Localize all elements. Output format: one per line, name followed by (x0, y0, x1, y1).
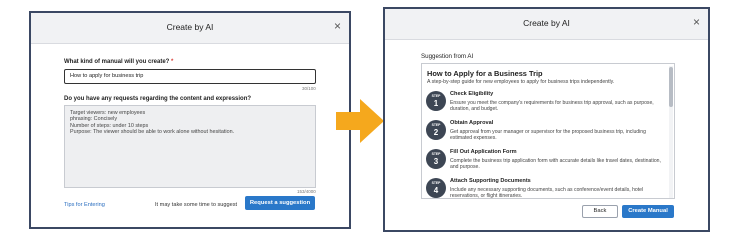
requests-char-counter: 153/4000 (297, 189, 316, 194)
step-description: Include any necessary supporting documen… (450, 187, 644, 199)
requests-textarea[interactable]: Target viewers: new employees phrasing: … (64, 105, 316, 188)
step-description: Ensure you meet the company's requiremen… (450, 100, 654, 113)
manual-title-input[interactable]: How to apply for business trip (64, 69, 316, 84)
required-mark: * (171, 59, 174, 65)
tips-for-entering-link[interactable]: Tips for Entering (64, 202, 105, 208)
step-number: 4 (433, 186, 439, 195)
dialog-title: Create by AI (166, 22, 214, 32)
create-by-ai-dialog-suggestion: Create by AI × Suggestion from AI How to… (383, 7, 710, 232)
step-title: Fill Out Application Form (450, 149, 517, 155)
right-arrow-icon (336, 99, 384, 143)
suggestion-panel[interactable]: How to Apply for a Business Trip A step-… (421, 63, 675, 199)
step-number: 2 (433, 128, 439, 137)
step-number: 3 (433, 157, 439, 166)
step-badge: STEP 4 (426, 178, 446, 198)
create-by-ai-dialog-input: Create by AI × What kind of manual will … (29, 11, 351, 229)
dialog-body: What kind of manual will you create? * H… (31, 44, 349, 227)
dialog-title: Create by AI (523, 18, 570, 28)
step-word: STEP (431, 94, 441, 98)
step-badge: STEP 3 (426, 149, 446, 169)
dialog-header: Create by AI × (385, 9, 708, 40)
manual-label-text: What kind of manual will you create? (64, 59, 170, 65)
dialog-body: Suggestion from AI How to Apply for a Bu… (385, 40, 708, 230)
create-manual-button[interactable]: Create Manual (622, 205, 674, 218)
step-description: Get approval from your manager or superv… (450, 129, 646, 142)
step-badge: STEP 1 (426, 91, 446, 111)
back-button[interactable]: Back (582, 205, 618, 218)
close-icon[interactable]: × (334, 20, 341, 32)
manual-char-counter: 30/100 (302, 86, 316, 91)
scrollbar-thumb[interactable] (669, 67, 673, 107)
step-word: STEP (431, 181, 441, 185)
suggestion-label: Suggestion from AI (421, 53, 474, 60)
step-title: Attach Supporting Documents (450, 178, 531, 184)
close-icon[interactable]: × (693, 16, 700, 28)
step-description: Complete the business trip application f… (450, 158, 661, 171)
step-word: STEP (431, 123, 441, 127)
requests-field-label: Do you have any requests regarding the c… (64, 96, 252, 102)
manual-subtitle: A step-by-step guide for new employees t… (427, 79, 615, 85)
manual-title: How to Apply for a Business Trip (427, 69, 543, 78)
request-line: Purpose: The viewer should be able to wo… (70, 129, 235, 136)
request-suggestion-button[interactable]: Request a suggestion (245, 196, 315, 210)
suggest-time-hint: It may take some time to suggest (155, 202, 238, 208)
manual-field-label: What kind of manual will you create? * (64, 59, 173, 65)
step-number: 1 (433, 99, 439, 108)
step-title: Check Eligibility (450, 91, 494, 97)
step-title: Obtain Approval (450, 120, 494, 126)
step-badge: STEP 2 (426, 120, 446, 140)
dialog-header: Create by AI × (31, 13, 349, 44)
step-word: STEP (431, 152, 441, 156)
